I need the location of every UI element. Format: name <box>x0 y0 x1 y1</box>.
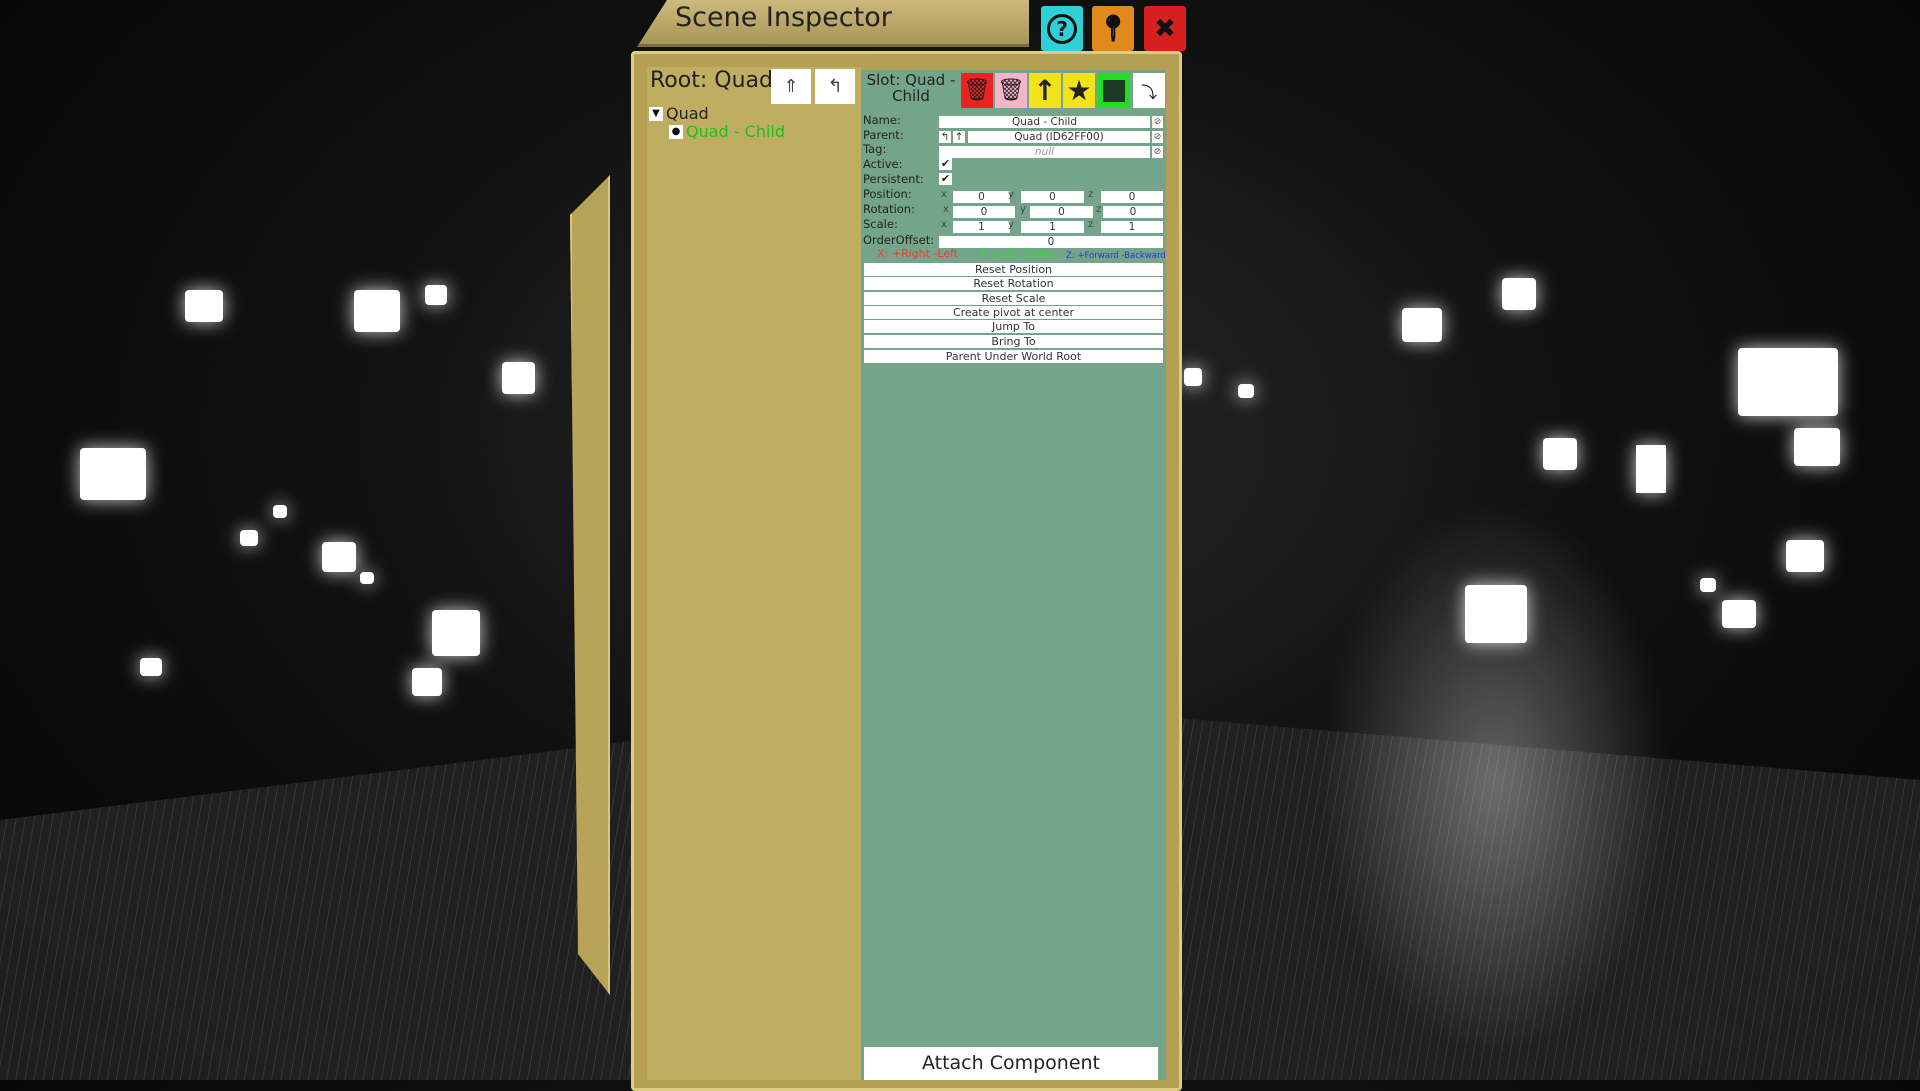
favorite-button[interactable]: ★ <box>1063 73 1095 108</box>
tree-item-quad-child[interactable]: ● Quad - Child <box>669 122 785 141</box>
square-button[interactable] <box>1098 73 1130 108</box>
scale-label: Scale: <box>863 217 898 231</box>
square-icon <box>1103 79 1125 102</box>
axis-hint-z: Z: +Forward -Backward <box>1066 251 1166 261</box>
tree-item-quad[interactable]: ▼ Quad <box>649 104 709 123</box>
rotation-x-field[interactable]: 0 <box>953 206 1015 218</box>
parent-under-world-root-button[interactable]: Parent Under World Root <box>864 350 1163 363</box>
jump-to-button[interactable]: Jump To <box>864 320 1163 333</box>
clear-parent-button[interactable]: ⊘ <box>1152 131 1163 143</box>
persistent-label: Persistent: <box>863 172 924 186</box>
active-checkbox[interactable]: ✔ <box>939 158 952 170</box>
active-label: Active: <box>863 157 903 171</box>
destroy-preserve-button[interactable]: 🗑︎ <box>995 73 1027 108</box>
persistent-checkbox[interactable]: ✔ <box>939 173 952 185</box>
position-label: Position: <box>863 187 912 201</box>
close-button[interactable]: ✖ <box>1144 6 1186 51</box>
return-button[interactable]: ⤵ <box>1133 73 1165 108</box>
help-button[interactable]: ? <box>1041 6 1083 51</box>
return-arrow-icon: ⤵ <box>1140 82 1157 102</box>
trash-icon: 🗑︎ <box>963 78 991 103</box>
root-label: Root: Quad <box>650 68 773 93</box>
clear-tag-button[interactable]: ⊘ <box>1152 146 1163 158</box>
map-pin-icon: 📍︎ <box>1096 13 1130 44</box>
rotation-label: Rotation: <box>863 202 915 216</box>
position-x-field[interactable]: 0 <box>953 191 1010 203</box>
question-icon: ? <box>1047 13 1077 44</box>
tree-item-label: Quad <box>666 104 709 123</box>
close-x-icon: ✖ <box>1154 13 1176 44</box>
parent-field[interactable]: Quad (ID62FF00) <box>968 131 1150 143</box>
root-up-button[interactable]: ⇑ <box>771 69 811 104</box>
rotation-z-field[interactable]: 0 <box>1103 206 1163 218</box>
root-parent-button[interactable]: ↰ <box>815 69 855 104</box>
reset-scale-button[interactable]: Reset Scale <box>864 292 1163 305</box>
slot-title: Slot: Quad - Child <box>866 71 956 105</box>
trash-icon: 🗑︎ <box>997 78 1025 103</box>
parent-label: Parent: <box>863 128 904 142</box>
parent-jump-button[interactable]: ↰ <box>939 131 951 143</box>
axis-hint-x: X: +Right -Left <box>877 247 959 260</box>
create-pivot-button[interactable]: Create pivot at center <box>864 306 1163 319</box>
tag-field[interactable]: null <box>939 146 1150 158</box>
expand-triangle-icon[interactable]: ▼ <box>649 106 663 121</box>
arrow-up-icon: ↑ <box>1033 74 1057 107</box>
tag-label: Tag: <box>863 142 887 156</box>
hierarchy-panel <box>647 67 861 1080</box>
order-offset-label: OrderOffset: <box>863 233 935 247</box>
bullet-icon: ● <box>669 124 683 139</box>
move-up-button[interactable]: ↑ <box>1029 73 1061 108</box>
window-title-bar[interactable]: Scene Inspector <box>637 0 1029 47</box>
reset-rotation-button[interactable]: Reset Rotation <box>864 277 1163 290</box>
bring-to-button[interactable]: Bring To <box>864 335 1163 348</box>
position-y-field[interactable]: 0 <box>1021 191 1084 203</box>
star-icon: ★ <box>1066 74 1092 107</box>
rotation-y-field[interactable]: 0 <box>1030 206 1093 218</box>
destroy-button[interactable]: 🗑︎ <box>961 73 993 108</box>
scale-x-field[interactable]: 1 <box>953 221 1010 233</box>
attach-component-button[interactable]: Attach Component <box>864 1047 1158 1080</box>
clear-name-button[interactable]: ⊘ <box>1152 116 1163 128</box>
name-field[interactable]: Quad - Child <box>939 116 1150 128</box>
scale-z-field[interactable]: 1 <box>1101 221 1163 233</box>
scale-y-field[interactable]: 1 <box>1021 221 1084 233</box>
window-title: Scene Inspector <box>675 2 892 33</box>
position-z-field[interactable]: 0 <box>1101 191 1163 203</box>
reset-position-button[interactable]: Reset Position <box>864 263 1163 276</box>
parent-up-button[interactable]: ↑ <box>953 131 965 143</box>
name-label: Name: <box>863 113 901 127</box>
axis-hint-y: Y: +Up -Down <box>980 247 1056 260</box>
locate-button[interactable]: 📍︎ <box>1092 6 1134 51</box>
tree-item-label: Quad - Child <box>686 122 785 141</box>
nebula <box>1320 500 1670 1060</box>
